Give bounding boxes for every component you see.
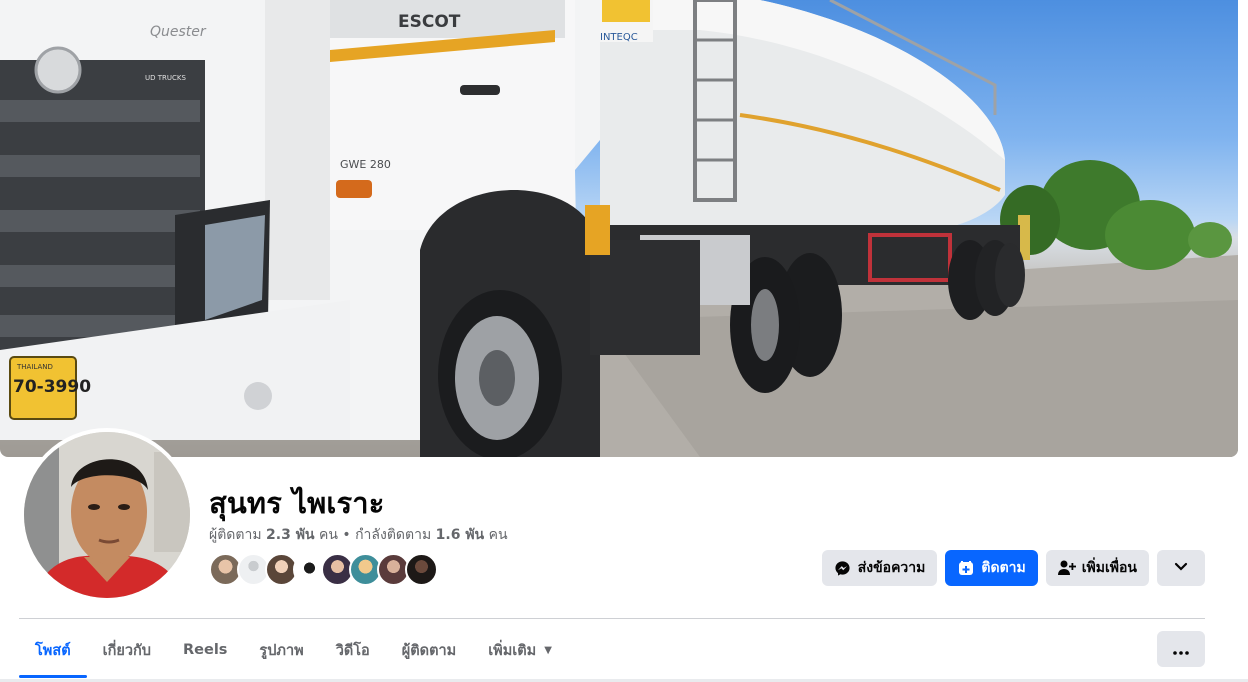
tab-followers[interactable]: ผู้ติดตาม: [386, 622, 472, 678]
profile-options-dropdown[interactable]: [1157, 550, 1205, 586]
follow-button[interactable]: ติดตาม: [945, 550, 1038, 586]
tab-videos[interactable]: วิดีโอ: [320, 622, 386, 678]
svg-text:INTEQC: INTEQC: [600, 32, 638, 43]
message-button[interactable]: ส่งข้อความ: [821, 550, 938, 586]
following-label[interactable]: กำลังติดตาม: [355, 527, 431, 543]
profile-actions: ส่งข้อความ ติดตาม เพิ่มเพื่อน: [821, 550, 1205, 586]
followers-label[interactable]: ผู้ติดตาม: [209, 527, 262, 543]
friend-avatar[interactable]: [405, 553, 438, 586]
friend-avatars: [209, 553, 438, 586]
following-count[interactable]: 1.6 พัน: [436, 527, 484, 543]
follow-icon: [957, 559, 975, 577]
tab-followers-label: ผู้ติดตาม: [401, 642, 457, 659]
followers-unit: คน: [318, 527, 338, 543]
svg-text:ESCOT: ESCOT: [398, 12, 461, 32]
profile-avatar[interactable]: [20, 428, 194, 602]
tab-about-label: เกี่ยวกับ: [102, 642, 151, 659]
tab-more[interactable]: เพิ่มเติม ▼: [472, 622, 568, 678]
tab-more-label: เพิ่มเติม: [488, 642, 537, 659]
more-dots-icon: [1173, 640, 1189, 659]
tab-reels-label: Reels: [182, 642, 228, 658]
profile-name: สุนทร ไพเราะ: [209, 486, 385, 520]
tab-posts-label: โพสต์: [35, 642, 71, 659]
profile-tabs: โพสต์ เกี่ยวกับ Reels รูปภาพ วิดีโอ ผู้ต…: [19, 622, 568, 680]
profile-avatar-photo: [24, 432, 190, 598]
caret-down-icon: ▼: [544, 644, 552, 656]
add-friend-button-label: เพิ่มเพื่อน: [1081, 560, 1137, 576]
cover-photo[interactable]: INTEQC ESCOT Quester GWE 280 UD TRUCKS T…: [0, 0, 1238, 457]
messenger-icon: [834, 559, 852, 577]
svg-text:THAILAND: THAILAND: [16, 363, 53, 371]
follow-button-label: ติดตาม: [981, 560, 1026, 576]
cover-truck-illustration: INTEQC ESCOT Quester GWE 280 UD TRUCKS T…: [0, 0, 1238, 457]
tab-photos[interactable]: รูปภาพ: [243, 622, 319, 678]
tab-videos-label: วิดีโอ: [335, 642, 370, 659]
more-options-button[interactable]: [1157, 631, 1205, 667]
svg-text:Quester: Quester: [150, 24, 207, 40]
add-friend-icon: [1057, 559, 1076, 577]
followers-count[interactable]: 2.3 พัน: [266, 527, 314, 543]
svg-text:GWE 280: GWE 280: [340, 158, 391, 171]
add-friend-button[interactable]: เพิ่มเพื่อน: [1045, 550, 1149, 586]
tab-about[interactable]: เกี่ยวกับ: [87, 622, 167, 678]
message-button-label: ส่งข้อความ: [857, 560, 926, 576]
svg-text:UD TRUCKS: UD TRUCKS: [145, 74, 186, 82]
tab-posts[interactable]: โพสต์: [19, 622, 87, 678]
profile-stats: ผู้ติดตาม 2.3 พัน คน • กำลังติดตาม 1.6 พ…: [209, 524, 508, 546]
chevron-down-icon: [1174, 560, 1188, 576]
tab-reels[interactable]: Reels: [167, 622, 243, 678]
profile-page: INTEQC ESCOT Quester GWE 280 UD TRUCKS T…: [0, 0, 1248, 682]
svg-text:70-3990: 70-3990: [13, 377, 91, 397]
header-divider: [19, 618, 1205, 619]
tab-photos-label: รูปภาพ: [259, 642, 304, 659]
following-unit: คน: [488, 527, 508, 543]
stats-separator: •: [342, 527, 351, 543]
